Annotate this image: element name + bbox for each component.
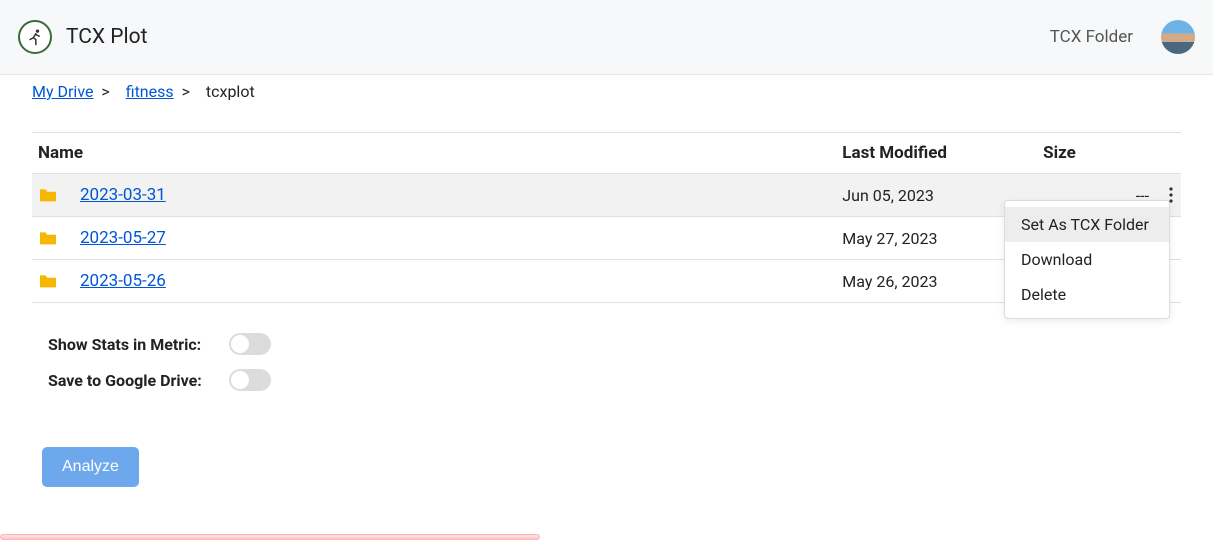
folder-icon [38,187,58,203]
file-name-link[interactable]: 2023-03-31 [80,185,166,205]
more-vert-icon [1169,187,1173,203]
file-name-link[interactable]: 2023-05-27 [80,228,166,248]
col-header-modified: Last Modified [836,133,1043,174]
analyze-button[interactable]: Analyze [42,447,139,487]
app-header: TCX Plot TCX Folder [0,0,1213,75]
breadcrumb-sep: > [101,82,109,101]
bottom-indicator [0,534,540,540]
menu-set-tcx-folder[interactable]: Set As TCX Folder [1005,207,1169,242]
breadcrumb-current: tcxplot [206,82,255,101]
menu-delete[interactable]: Delete [1005,277,1169,312]
breadcrumb-root[interactable]: My Drive [32,82,93,101]
drive-toggle[interactable] [229,369,271,391]
col-header-size: Size [1043,133,1181,174]
folder-icon [38,273,58,289]
menu-download[interactable]: Download [1005,242,1169,277]
drive-toggle-label: Save to Google Drive: [48,371,223,390]
metric-toggle[interactable] [229,333,271,355]
breadcrumb-sep: > [182,82,190,101]
tcx-folder-link[interactable]: TCX Folder [1050,27,1133,47]
metric-toggle-label: Show Stats in Metric: [48,335,223,354]
file-name-link[interactable]: 2023-05-26 [80,271,166,291]
breadcrumb-mid[interactable]: fitness [126,82,174,101]
runner-icon [25,27,45,47]
folder-icon [38,230,58,246]
col-header-name: Name [32,133,836,174]
breadcrumb: My Drive > fitness > tcxplot [0,75,1213,108]
app-logo [18,20,52,54]
context-menu: Set As TCX Folder Download Delete [1004,200,1170,319]
avatar[interactable] [1161,20,1195,54]
app-title: TCX Plot [66,25,148,49]
